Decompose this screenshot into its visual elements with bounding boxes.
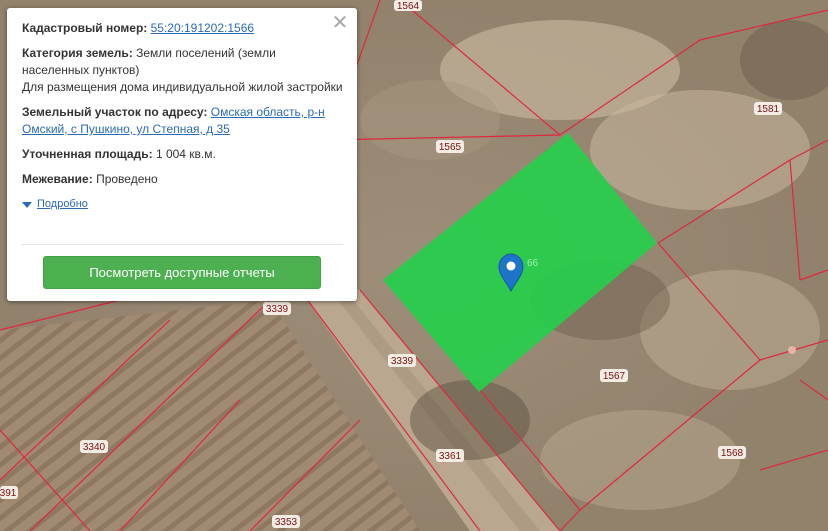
svg-text:1568: 1568 [721, 448, 744, 459]
address-label: Земельный участок по адресу: [22, 105, 208, 119]
parcel-label-3339-top: 3339 [263, 302, 291, 315]
parcel-label-3361: 3361 [436, 449, 464, 462]
map-point [788, 346, 796, 354]
close-icon[interactable]: ✕ [331, 13, 349, 33]
area-row: Уточненная площадь: 1 004 кв.м. [22, 146, 343, 163]
parcel-info-popup: ✕ Кадастровый номер: 55:20:191202:1566 К… [7, 8, 357, 301]
svg-text:3340: 3340 [83, 442, 106, 453]
cadastral-label: Кадастровый номер: [22, 21, 148, 35]
usage-value: Для размещения дома индивидуальной жилой… [22, 80, 343, 94]
parcel-label-3339-road: 3339 [388, 354, 416, 367]
details-link[interactable]: Подробно [37, 196, 88, 213]
cadastral-row: Кадастровый номер: 55:20:191202:1566 [22, 20, 343, 37]
parcel-label-3340: 3340 [80, 440, 108, 453]
svg-text:3339: 3339 [266, 304, 289, 315]
cadastral-number-link[interactable]: 55:20:191202:1566 [151, 21, 254, 35]
svg-text:3353: 3353 [275, 517, 298, 528]
svg-text:1564: 1564 [397, 1, 420, 12]
parcel-label-1581: 1581 [754, 102, 782, 115]
category-row: Категория земель: Земли поселений (земли… [22, 45, 343, 96]
svg-text:3361: 3361 [439, 451, 462, 462]
svg-text:3339: 3339 [391, 356, 414, 367]
parcel-label-391: 391 [0, 486, 18, 499]
svg-text:1565: 1565 [439, 142, 462, 153]
svg-text:1567: 1567 [603, 371, 626, 382]
parcel-label-1568: 1568 [718, 446, 746, 459]
parcel-label-1564: 1564 [394, 0, 422, 12]
parcel-label-1567: 1567 [600, 369, 628, 382]
triangle-down-icon [22, 201, 32, 208]
selected-parcel-label: 66 [527, 258, 539, 269]
area-label: Уточненная площадь: [22, 147, 153, 161]
category-label: Категория земель: [22, 46, 133, 60]
details-toggle[interactable]: Подробно [22, 196, 343, 213]
svg-text:1581: 1581 [757, 104, 780, 115]
divider [21, 244, 343, 245]
area-value: 1 004 кв.м. [155, 147, 216, 161]
svg-text:391: 391 [0, 488, 17, 499]
survey-label: Межевание: [22, 172, 93, 186]
address-row: Земельный участок по адресу: Омская обла… [22, 104, 343, 138]
survey-value: Проведено [96, 172, 158, 186]
survey-row: Межевание: Проведено [22, 171, 343, 188]
view-reports-button[interactable]: Посмотреть доступные отчеты [43, 256, 321, 289]
parcel-label-3353: 3353 [272, 515, 300, 528]
parcel-label-1565: 1565 [436, 140, 464, 153]
